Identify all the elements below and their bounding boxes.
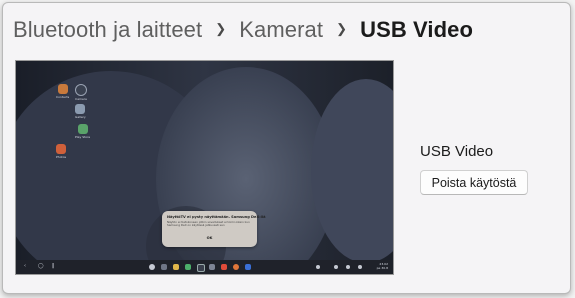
taskbar-app-icon	[197, 264, 205, 272]
dialog-title: NäyttöTV ei pysty näyttämään. Samsung De…	[167, 215, 266, 219]
taskbar-app-icon	[209, 264, 215, 270]
dialog-ok-button: OK	[206, 236, 213, 240]
taskbar-app-icon	[173, 264, 179, 270]
home-icon: ◯	[38, 263, 44, 269]
preview-taskbar: ‹ ◯ ‖ 23.02 pe 30.8	[16, 260, 393, 274]
taskbar-app-icon	[185, 264, 191, 270]
preview-clock: 23.02 pe 30.8	[376, 262, 388, 270]
status-icon	[358, 265, 362, 269]
breadcrumb-bluetooth-link[interactable]: Bluetooth ja laitteet	[13, 17, 202, 43]
page-title: USB Video	[360, 17, 474, 42]
desktop-icon-camera: Camera	[75, 84, 87, 101]
camera-preview: Contacts Camera Gallery Play Store Photo…	[15, 60, 394, 275]
back-icon: ‹	[24, 263, 26, 269]
desktop-icon-contacts: Contacts	[56, 84, 69, 99]
device-name: USB Video	[420, 143, 494, 160]
desktop-icon-gallery: Gallery	[75, 104, 86, 119]
desktop-icon-photos: Photos	[56, 144, 66, 159]
taskbar-app-icon	[233, 264, 239, 270]
disable-device-button[interactable]: Poista käytöstä	[420, 170, 528, 195]
status-icon	[334, 265, 338, 269]
status-icon	[346, 265, 350, 269]
chevron-right-icon: ❯	[215, 21, 227, 36]
dex-notice-dialog: NäyttöTV ei pysty näyttämään. Samsung De…	[162, 211, 266, 247]
taskbar-app-icon	[245, 264, 251, 270]
desktop-icon-play-store: Play Store	[75, 124, 90, 139]
taskbar-app-icon	[221, 264, 227, 270]
status-icon	[316, 265, 320, 269]
breadcrumb-cameras-link[interactable]: Kamerat	[239, 17, 323, 43]
apps-grid-icon	[149, 264, 155, 270]
breadcrumb: Bluetooth ja laitteet ❯ Kamerat ❯ USB Vi…	[13, 17, 473, 43]
taskbar-app-icon	[161, 264, 167, 270]
recents-icon: ‖	[52, 263, 55, 269]
settings-window: Bluetooth ja laitteet ❯ Kamerat ❯ USB Vi…	[2, 2, 571, 294]
chevron-right-icon: ❯	[336, 21, 348, 36]
dialog-body: Näytön ei tietokoneen jotkin sovellukset…	[167, 220, 250, 228]
